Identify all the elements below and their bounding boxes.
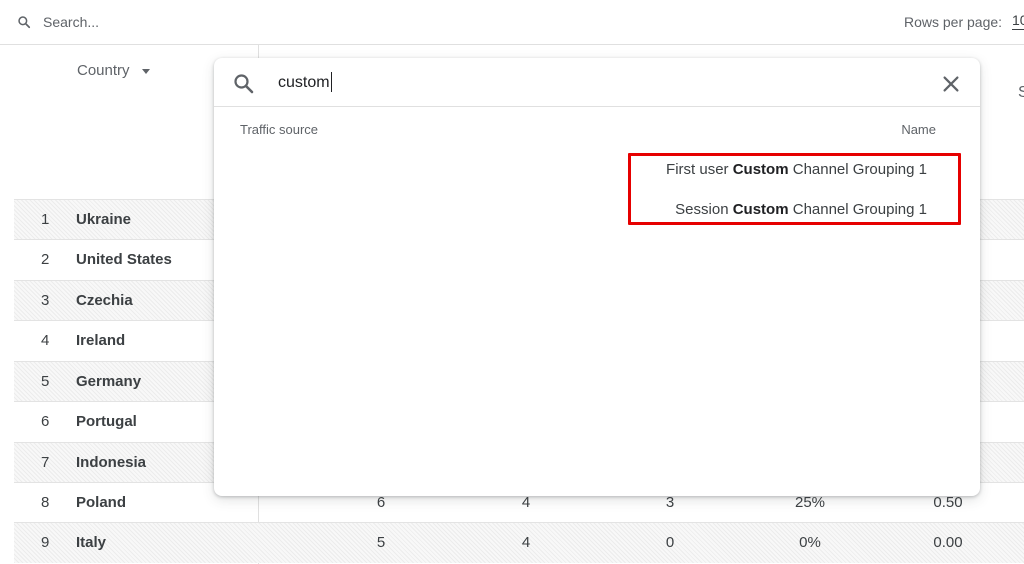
row-country: Italy: [76, 534, 107, 551]
cell-value: 0.00: [933, 534, 963, 551]
search-icon[interactable]: [17, 15, 31, 29]
table-search-input[interactable]: Search...: [43, 14, 99, 30]
cell-value: 0: [665, 534, 675, 551]
dialog-divider: [214, 106, 980, 107]
category-column-header: Traffic source: [240, 122, 319, 137]
row-number: 6: [41, 413, 50, 430]
row-country: Czechia: [76, 292, 133, 309]
name-column-header: Name: [901, 122, 936, 137]
text-cursor: [331, 72, 332, 92]
row-number: 3: [41, 292, 50, 309]
country-column-header[interactable]: Country: [77, 62, 150, 79]
row-number: 7: [41, 454, 50, 471]
row-country: Portugal: [76, 413, 137, 430]
rows-per-page-select[interactable]: 10: [1012, 12, 1024, 30]
table-row[interactable]: 9 Italy 5 4 0 0% 0.00: [14, 522, 1024, 563]
cell-value: 6: [376, 494, 386, 511]
column-header-partial: S: [1018, 84, 1024, 101]
row-country: Indonesia: [76, 454, 147, 471]
row-number: 8: [41, 494, 50, 511]
row-country: Poland: [76, 494, 127, 511]
row-number: 5: [41, 373, 50, 390]
row-country: Ukraine: [76, 211, 132, 228]
row-number: 9: [41, 534, 50, 551]
cell-value: 3: [665, 494, 675, 511]
cell-value: 25%: [794, 494, 826, 511]
table-toolbar: Search... Rows per page: 10: [0, 0, 1024, 45]
search-icon: [234, 74, 254, 94]
cell-value: 0%: [799, 534, 821, 551]
cell-value: 0.50: [933, 494, 963, 511]
dimension-search-dialog: Traffic source Name First user Custom Ch…: [214, 58, 980, 496]
highlight-annotation: [628, 153, 961, 225]
row-number: 4: [41, 332, 50, 349]
country-header-label: Country: [77, 62, 130, 79]
row-country: United States: [76, 251, 172, 268]
row-country: Ireland: [76, 332, 126, 349]
rows-per-page-label: Rows per page:: [904, 14, 1003, 30]
row-country: Germany: [76, 373, 142, 390]
row-number: 1: [41, 211, 50, 228]
dimension-search-input[interactable]: [278, 70, 878, 96]
close-icon[interactable]: [940, 73, 962, 95]
cell-value: 4: [521, 534, 531, 551]
row-number: 2: [41, 251, 50, 268]
caret-down-icon[interactable]: [141, 69, 150, 74]
cell-value: 5: [376, 534, 386, 551]
cell-value: 4: [521, 494, 531, 511]
